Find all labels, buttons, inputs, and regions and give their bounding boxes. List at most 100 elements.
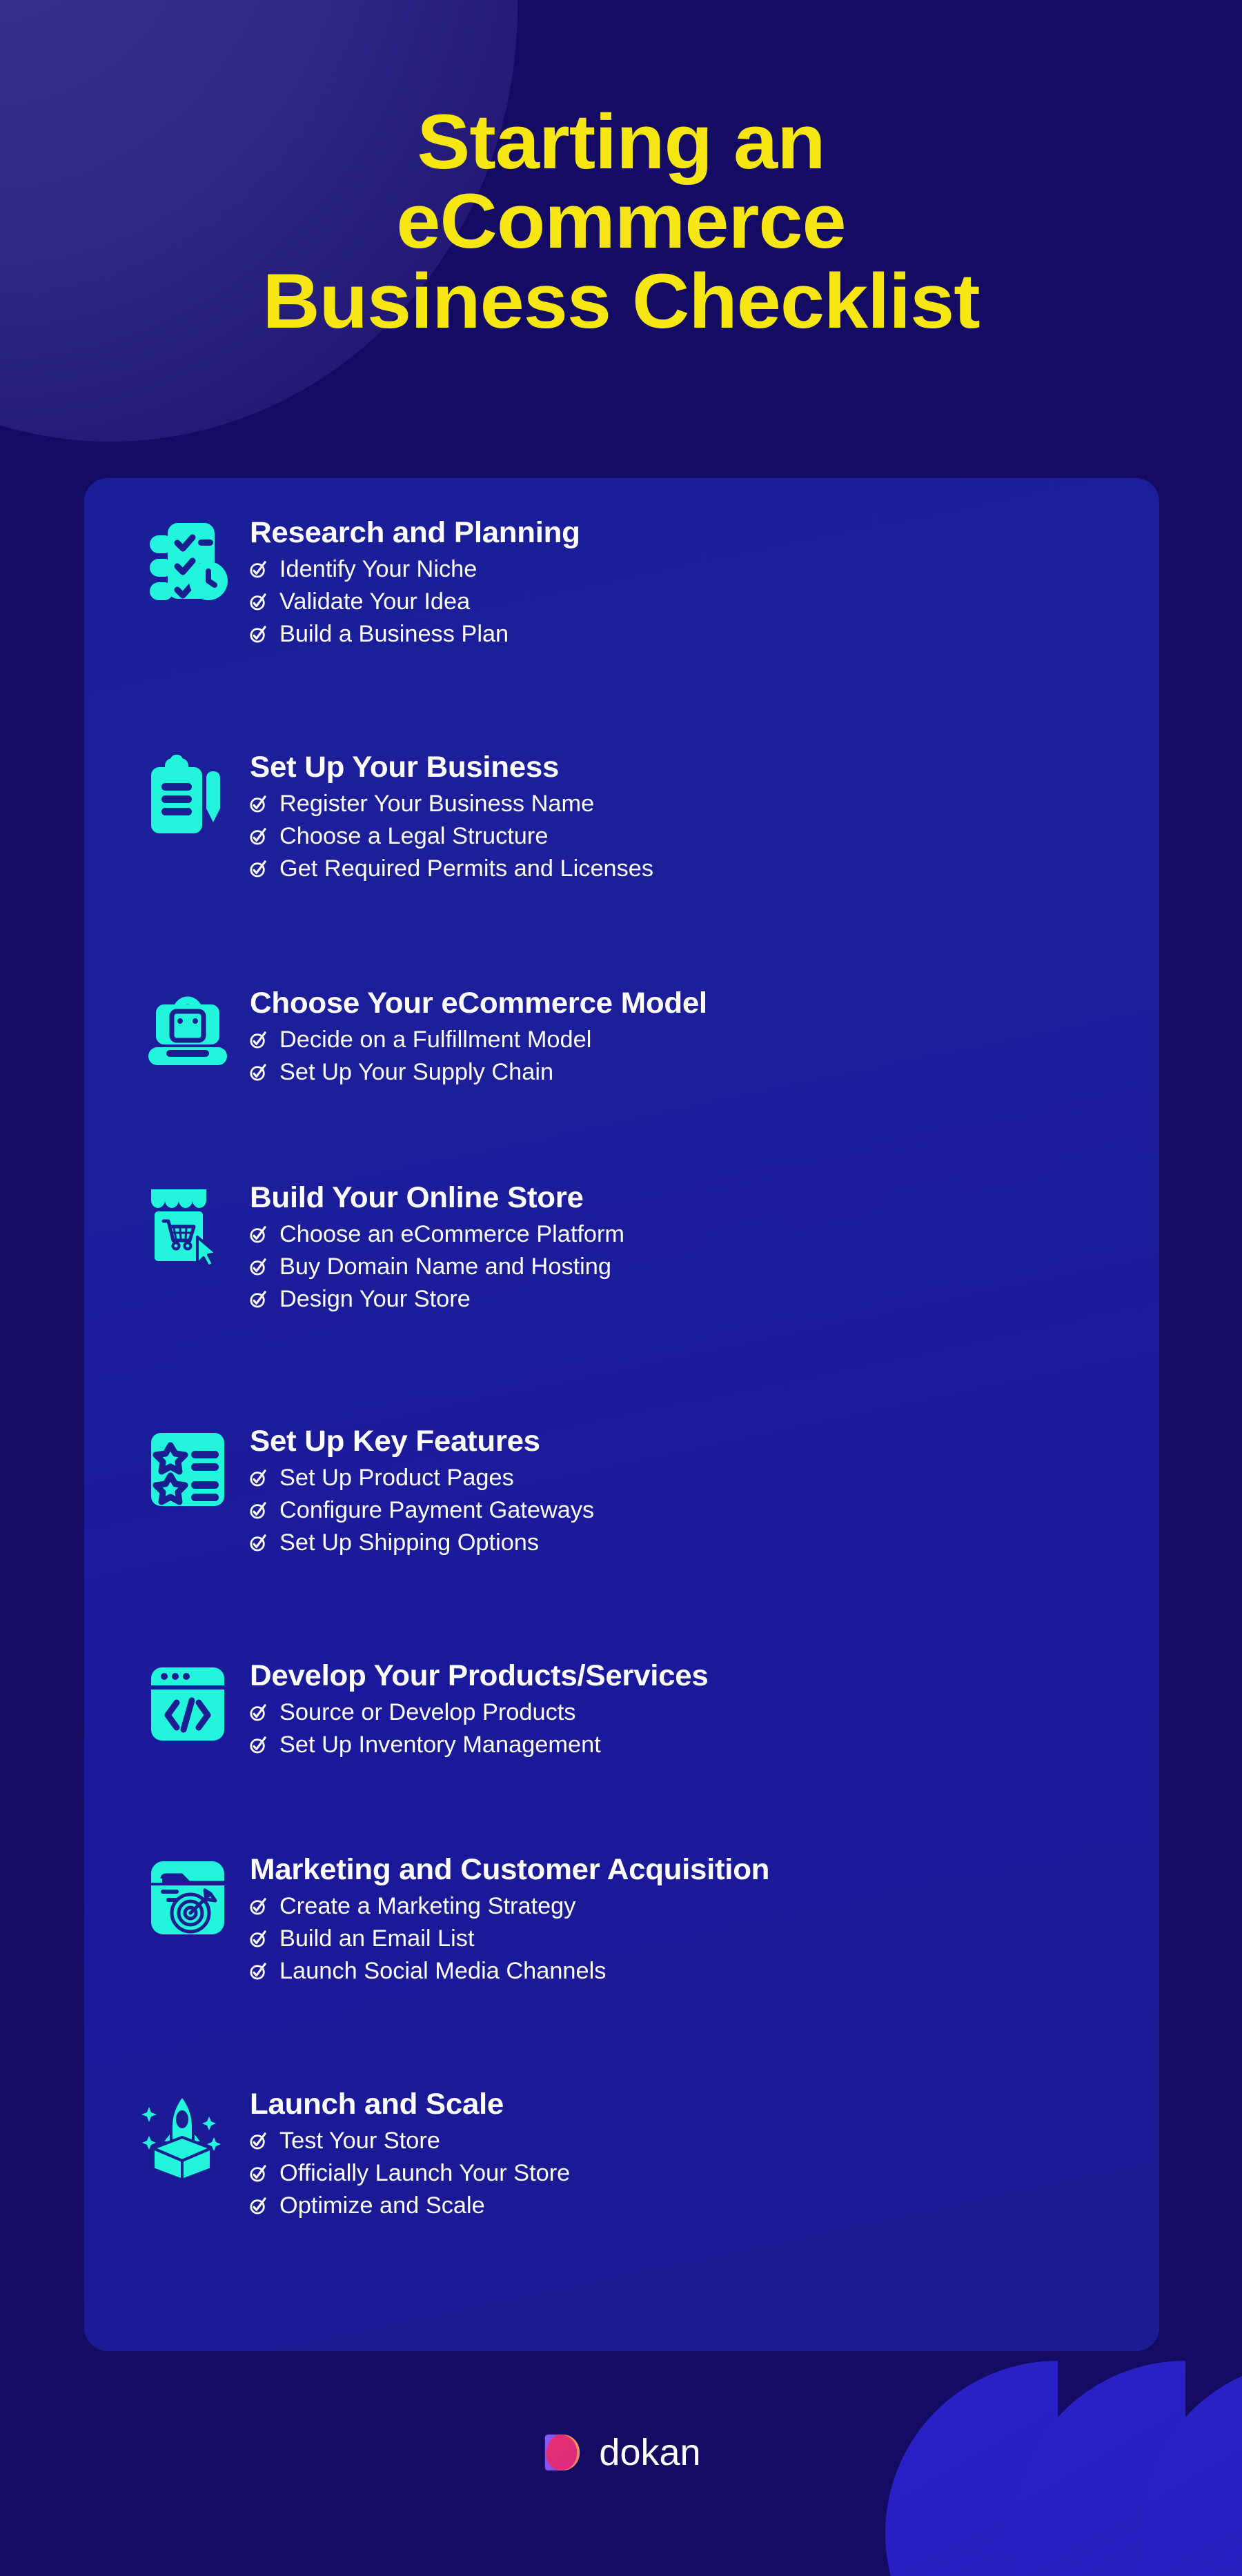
checklist-item[interactable]: Configure Payment Gateways	[250, 1497, 595, 1524]
checklist-item[interactable]: Create a Marketing Strategy	[250, 1894, 759, 1918]
check-circle-icon	[250, 1502, 266, 1519]
star-list-icon	[126, 1425, 250, 1510]
brand-name: dokan	[599, 2432, 701, 2473]
checklist-item[interactable]: Set Up Shipping Options	[250, 1531, 591, 1554]
section-item-list: Register Your Business Name Choose a Leg…	[250, 792, 653, 880]
section-title: Set Up Your Business	[250, 751, 560, 784]
section-body: Marketing and Customer Acquisition Creat…	[250, 1853, 769, 1992]
checklist-item-label: Build a Business Plan	[279, 621, 509, 648]
section-title: Choose Your eCommerce Model	[250, 987, 707, 1020]
section-build-your-online-store: Build Your Online Store Choose an eComme…	[126, 1181, 625, 1320]
checklist-item-label: Set Up Product Pages	[279, 1465, 514, 1492]
section-item-list: Decide on a Fulfillment Model Set Up You…	[250, 1028, 698, 1084]
section-item-list: Choose an eCommerce Platform Buy Domain …	[250, 1221, 625, 1311]
check-circle-icon	[250, 1258, 266, 1276]
section-item-list: Set Up Product Pages Configure Payment G…	[250, 1466, 595, 1554]
checklist-item[interactable]: Launch Social Media Channels	[250, 1959, 759, 1983]
browser-target-icon	[126, 1853, 250, 1939]
check-circle-icon	[250, 593, 266, 611]
section-item-list: Identify Your Niche Validate Your Idea B…	[250, 557, 573, 646]
checklist-item-label: Set Up Inventory Management	[279, 1732, 601, 1758]
section-body: Set Up Your Business Register Your Busin…	[250, 751, 653, 889]
section-item-list: Test Your Store Officially Launch Your S…	[250, 2129, 571, 2217]
checklist-item[interactable]: Design Your Store	[250, 1287, 621, 1311]
section-title: Set Up Key Features	[250, 1425, 540, 1458]
checklist-item-label: Validate Your Idea	[279, 588, 471, 615]
checklist-item-label: Build an Email List	[279, 1925, 475, 1952]
checklist-item-label: Launch Social Media Channels	[279, 1958, 607, 1985]
section-title: Build Your Online Store	[250, 1181, 584, 1214]
section-marketing-and-customer-acquisition: Marketing and Customer Acquisition Creat…	[126, 1853, 769, 1992]
check-circle-icon	[250, 828, 266, 845]
checklist-item[interactable]: Decide on a Fulfillment Model	[250, 1028, 698, 1051]
section-body: Set Up Key Features Set Up Product Pages…	[250, 1425, 595, 1563]
check-circle-icon	[250, 1031, 266, 1049]
checklist-item[interactable]: Build an Email List	[250, 1927, 759, 1950]
check-circle-icon	[250, 1898, 266, 1915]
checklist-item[interactable]: Identify Your Niche	[250, 557, 573, 581]
checklist-item[interactable]: Set Up Your Supply Chain	[250, 1060, 698, 1084]
section-item-list: Source or Develop Products Set Up Invent…	[250, 1701, 699, 1756]
check-circle-icon	[250, 860, 266, 878]
section-item-list: Create a Marketing Strategy Build an Ema…	[250, 1894, 759, 1983]
storefront-cart-cursor-icon	[126, 1181, 250, 1267]
checklist-item-label: Buy Domain Name and Hosting	[279, 1254, 611, 1280]
checklist-item-label: Register Your Business Name	[279, 791, 595, 818]
checklist-item[interactable]: Test Your Store	[250, 2129, 567, 2152]
checklist-item[interactable]: Choose an eCommerce Platform	[250, 1221, 625, 1248]
section-set-up-key-features: Set Up Key Features Set Up Product Pages…	[126, 1425, 595, 1563]
check-circle-icon	[250, 1534, 266, 1552]
checklist-item[interactable]: Officially Launch Your Store	[250, 2160, 571, 2187]
checklist-item[interactable]: Set Up Product Pages	[250, 1466, 591, 1489]
checklist-item-label: Set Up Shipping Options	[279, 1529, 540, 1556]
title-line-1: Starting an	[417, 99, 825, 185]
rocket-box-icon	[126, 2088, 250, 2181]
section-set-up-your-business: Set Up Your Business Register Your Busin…	[126, 751, 653, 889]
section-research-and-planning: Research and Planning Identify Your Nich…	[126, 516, 580, 655]
check-circle-icon	[250, 626, 266, 643]
checklist-item-label: Configure Payment Gateways	[279, 1497, 595, 1524]
checklist-item[interactable]: Get Required Permits and Licenses	[250, 857, 653, 880]
checklist-item[interactable]: Set Up Inventory Management	[250, 1733, 699, 1756]
check-circle-icon	[250, 2197, 266, 2215]
code-window-icon	[126, 1659, 250, 1745]
section-title: Develop Your Products/Services	[250, 1659, 709, 1692]
checklist-item[interactable]: Register Your Business Name	[250, 792, 650, 815]
section-title: Research and Planning	[250, 516, 580, 549]
checklist-item-label: Test Your Store	[279, 2128, 440, 2154]
checklist-item-label: Decide on a Fulfillment Model	[279, 1027, 592, 1053]
footer-brand[interactable]: dokan	[0, 2431, 1242, 2474]
page-title: Starting an eCommerce Business Checklist	[0, 102, 1242, 341]
checklist-item[interactable]: Choose a Legal Structure	[250, 824, 650, 848]
checklist-item-label: Officially Launch Your Store	[279, 2160, 571, 2187]
check-circle-icon	[250, 1704, 266, 1721]
section-launch-and-scale: Launch and Scale Test Your Store Officia…	[126, 2088, 571, 2226]
laptop-shopping-bag-icon	[126, 987, 250, 1072]
title-line-3: Business Checklist	[262, 257, 980, 344]
checklist-item[interactable]: Validate Your Idea	[250, 590, 573, 613]
checklist-item[interactable]: Source or Develop Products	[250, 1701, 699, 1724]
checklist-item[interactable]: Build a Business Plan	[250, 622, 573, 646]
checklist-item-label: Create a Marketing Strategy	[279, 1893, 576, 1920]
checklist-clock-icon	[126, 516, 250, 602]
checklist-item-label: Source or Develop Products	[279, 1699, 576, 1726]
section-develop-your-products-services: Develop Your Products/Services Source or…	[126, 1659, 709, 1765]
check-circle-icon	[250, 2132, 266, 2150]
check-circle-icon	[250, 1226, 266, 1243]
title-line-2: eCommerce	[396, 178, 846, 265]
section-body: Research and Planning Identify Your Nich…	[250, 516, 580, 655]
section-title: Marketing and Customer Acquisition	[250, 1853, 770, 1886]
section-body: Launch and Scale Test Your Store Officia…	[250, 2088, 571, 2226]
check-circle-icon	[250, 1736, 266, 1754]
check-circle-icon	[250, 1064, 266, 1081]
dokan-logo-icon	[545, 2434, 580, 2471]
clipboard-pen-icon	[126, 751, 250, 836]
check-circle-icon	[250, 795, 266, 813]
check-circle-icon	[250, 1930, 266, 1948]
checklist-item-label: Identify Your Niche	[279, 556, 477, 583]
checklist-item[interactable]: Buy Domain Name and Hosting	[250, 1255, 621, 1278]
checklist-item[interactable]: Optimize and Scale	[250, 2194, 567, 2217]
section-body: Build Your Online Store Choose an eComme…	[250, 1181, 625, 1320]
section-body: Choose Your eCommerce Model Decide on a …	[250, 987, 707, 1093]
checklist-item-label: Choose an eCommerce Platform	[279, 1221, 625, 1248]
